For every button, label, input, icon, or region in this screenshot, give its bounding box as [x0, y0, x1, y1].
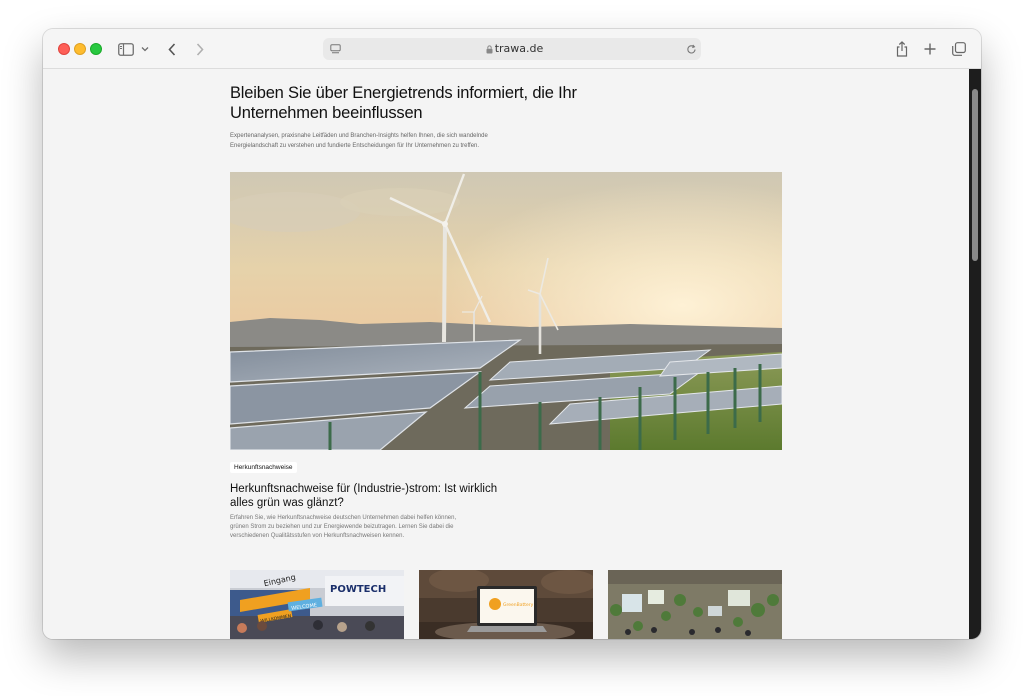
page-intro: Expertenanalysen, praxisnahe Leitfäden u… [230, 133, 488, 149]
maximize-window-button[interactable] [90, 43, 102, 55]
thumb-laptop-screen-text: GreenBattery [503, 602, 534, 608]
page-content: Bleiben Sie über Energietrends informier… [43, 69, 969, 639]
sidebar-toggle-icon[interactable] [117, 41, 135, 57]
back-arrow-icon[interactable] [165, 41, 179, 57]
article-thumbnail-expo[interactable]: POWTECH Eingang WILLKOMMEN WELCOME [230, 570, 404, 639]
share-icon[interactable] [895, 40, 909, 58]
article-description: Erfahren Sie, wie Herkunftsnachweise deu… [230, 515, 457, 539]
category-tag[interactable]: Herkunftsnachweise [230, 462, 297, 473]
close-window-button[interactable] [58, 43, 70, 55]
address-bar[interactable]: trawa.de [323, 38, 701, 60]
new-tab-icon[interactable] [923, 41, 937, 57]
browser-window: trawa.de Bleiben Sie über Energietrends … [43, 29, 981, 639]
article-thumbnail-fair-hall[interactable] [608, 570, 782, 639]
article-title[interactable]: Herkunftsnachweise für (Industrie-)strom… [230, 482, 500, 510]
page-scrollbar[interactable] [969, 69, 981, 639]
tab-overview-icon[interactable] [951, 41, 967, 57]
minimize-window-button[interactable] [74, 43, 86, 55]
scrollbar-thumb[interactable] [972, 89, 978, 261]
reload-icon[interactable] [685, 43, 697, 55]
page-headline: Bleiben Sie über Energietrends informier… [230, 84, 577, 122]
forward-arrow-icon[interactable] [193, 41, 207, 57]
chevron-down-icon[interactable] [140, 43, 150, 55]
thumb-sign-powtech: POWTECH [330, 584, 386, 595]
hero-image-wind-solar[interactable] [230, 172, 782, 450]
browser-toolbar: trawa.de [43, 29, 981, 69]
article-thumbnail-laptop[interactable]: GreenBattery [419, 570, 593, 639]
url-text: trawa.de [494, 42, 544, 55]
